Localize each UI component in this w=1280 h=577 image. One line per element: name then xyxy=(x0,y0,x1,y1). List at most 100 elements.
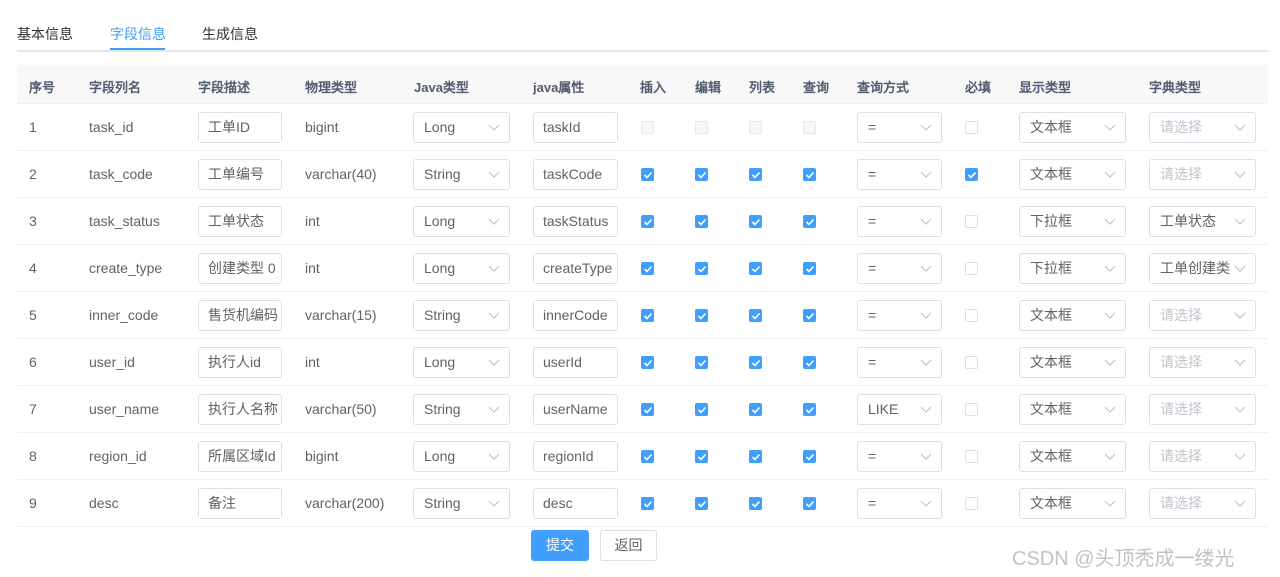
required-checkbox[interactable] xyxy=(965,497,978,510)
display-type-select[interactable]: 文本框 xyxy=(1019,441,1126,472)
query-checkbox[interactable] xyxy=(803,450,816,463)
dict-type-select[interactable]: 工单创建类 xyxy=(1149,253,1256,284)
query-type-select[interactable]: = xyxy=(857,441,942,472)
query-type-select[interactable]: = xyxy=(857,253,942,284)
required-checkbox[interactable] xyxy=(965,262,978,275)
list-checkbox[interactable] xyxy=(749,309,762,322)
java-type-select[interactable]: String xyxy=(413,159,510,190)
java-field-input[interactable]: userId xyxy=(533,347,618,378)
required-checkbox[interactable] xyxy=(965,121,978,134)
java-type-select[interactable]: String xyxy=(413,300,510,331)
java-field-input[interactable]: taskCode xyxy=(533,159,618,190)
display-type-select[interactable]: 下拉框 xyxy=(1019,253,1126,284)
java-field-input[interactable]: userName xyxy=(533,394,618,425)
tab-generate-info[interactable]: 生成信息 xyxy=(202,24,258,44)
display-type-select[interactable]: 文本框 xyxy=(1019,159,1126,190)
field-description-input[interactable]: 工单ID xyxy=(198,112,282,143)
insert-checkbox[interactable] xyxy=(641,262,654,275)
display-type-select[interactable]: 文本框 xyxy=(1019,347,1126,378)
required-checkbox[interactable] xyxy=(965,309,978,322)
insert-checkbox[interactable] xyxy=(641,168,654,181)
query-checkbox[interactable] xyxy=(803,262,816,275)
query-type-select[interactable]: = xyxy=(857,488,942,519)
dict-type-select[interactable]: 请选择 xyxy=(1149,300,1256,331)
display-type-select[interactable]: 文本框 xyxy=(1019,394,1126,425)
java-type-select[interactable]: String xyxy=(413,394,510,425)
field-description-input[interactable]: 执行人名称 xyxy=(198,394,282,425)
display-type-select[interactable]: 文本框 xyxy=(1019,488,1126,519)
insert-checkbox[interactable] xyxy=(641,403,654,416)
list-checkbox[interactable] xyxy=(749,403,762,416)
java-type-select[interactable]: Long xyxy=(413,441,510,472)
insert-checkbox[interactable] xyxy=(641,450,654,463)
list-checkbox[interactable] xyxy=(749,497,762,510)
dict-type-select[interactable]: 请选择 xyxy=(1149,347,1256,378)
insert-checkbox[interactable] xyxy=(641,356,654,369)
java-type-select[interactable]: Long xyxy=(413,112,510,143)
query-type-select[interactable]: = xyxy=(857,300,942,331)
back-button[interactable]: 返回 xyxy=(600,530,657,561)
required-checkbox[interactable] xyxy=(965,215,978,228)
query-checkbox[interactable] xyxy=(803,309,816,322)
dict-type-select[interactable]: 请选择 xyxy=(1149,441,1256,472)
field-description-input[interactable]: 工单状态 xyxy=(198,206,282,237)
query-checkbox[interactable] xyxy=(803,356,816,369)
dict-type-select[interactable]: 请选择 xyxy=(1149,394,1256,425)
list-checkbox[interactable] xyxy=(749,168,762,181)
display-type-select[interactable]: 文本框 xyxy=(1019,112,1126,143)
edit-checkbox[interactable] xyxy=(695,497,708,510)
required-checkbox[interactable] xyxy=(965,403,978,416)
list-checkbox[interactable] xyxy=(749,356,762,369)
field-description-input[interactable]: 创建类型 0 xyxy=(198,253,282,284)
insert-checkbox[interactable] xyxy=(641,215,654,228)
field-description-input[interactable]: 售货机编码 xyxy=(198,300,282,331)
query-checkbox[interactable] xyxy=(803,497,816,510)
edit-checkbox[interactable] xyxy=(695,450,708,463)
java-type-select[interactable]: Long xyxy=(413,206,510,237)
tab-basic-info[interactable]: 基本信息 xyxy=(17,24,73,44)
query-checkbox[interactable] xyxy=(803,215,816,228)
edit-checkbox[interactable] xyxy=(695,309,708,322)
query-type-select[interactable]: = xyxy=(857,112,942,143)
list-checkbox[interactable] xyxy=(749,215,762,228)
dict-type-select[interactable]: 请选择 xyxy=(1149,112,1256,143)
java-field-input[interactable]: innerCode xyxy=(533,300,618,331)
java-field-input[interactable]: desc xyxy=(533,488,618,519)
java-field-input[interactable]: taskId xyxy=(533,112,618,143)
edit-checkbox[interactable] xyxy=(695,168,708,181)
list-checkbox[interactable] xyxy=(749,262,762,275)
display-type-select[interactable]: 下拉框 xyxy=(1019,206,1126,237)
required-checkbox[interactable] xyxy=(965,356,978,369)
query-type-select[interactable]: = xyxy=(857,159,942,190)
java-field-input[interactable]: createType xyxy=(533,253,618,284)
query-checkbox[interactable] xyxy=(803,403,816,416)
field-description-input[interactable]: 所属区域Id xyxy=(198,441,282,472)
dict-type-select[interactable]: 请选择 xyxy=(1149,159,1256,190)
insert-checkbox[interactable] xyxy=(641,497,654,510)
tab-field-info[interactable]: 字段信息 xyxy=(110,24,166,44)
insert-checkbox[interactable] xyxy=(641,309,654,322)
java-type-select[interactable]: Long xyxy=(413,253,510,284)
java-field-input[interactable]: regionId xyxy=(533,441,618,472)
query-checkbox[interactable] xyxy=(803,168,816,181)
edit-checkbox[interactable] xyxy=(695,403,708,416)
edit-checkbox[interactable] xyxy=(695,215,708,228)
list-checkbox[interactable] xyxy=(749,450,762,463)
query-type-select[interactable]: LIKE xyxy=(857,394,942,425)
edit-checkbox[interactable] xyxy=(695,356,708,369)
query-type-select[interactable]: = xyxy=(857,206,942,237)
dict-type-select[interactable]: 请选择 xyxy=(1149,488,1256,519)
java-type-select[interactable]: Long xyxy=(413,347,510,378)
required-checkbox[interactable] xyxy=(965,450,978,463)
java-type-select[interactable]: String xyxy=(413,488,510,519)
dict-type-select[interactable]: 工单状态 xyxy=(1149,206,1256,237)
field-description-input[interactable]: 执行人id xyxy=(198,347,282,378)
display-type-select[interactable]: 文本框 xyxy=(1019,300,1126,331)
query-type-select[interactable]: = xyxy=(857,347,942,378)
field-description-input[interactable]: 备注 xyxy=(198,488,282,519)
required-checkbox[interactable] xyxy=(965,168,978,181)
edit-checkbox[interactable] xyxy=(695,262,708,275)
field-description-input[interactable]: 工单编号 xyxy=(198,159,282,190)
java-field-input[interactable]: taskStatus xyxy=(533,206,618,237)
submit-button[interactable]: 提交 xyxy=(531,530,589,561)
